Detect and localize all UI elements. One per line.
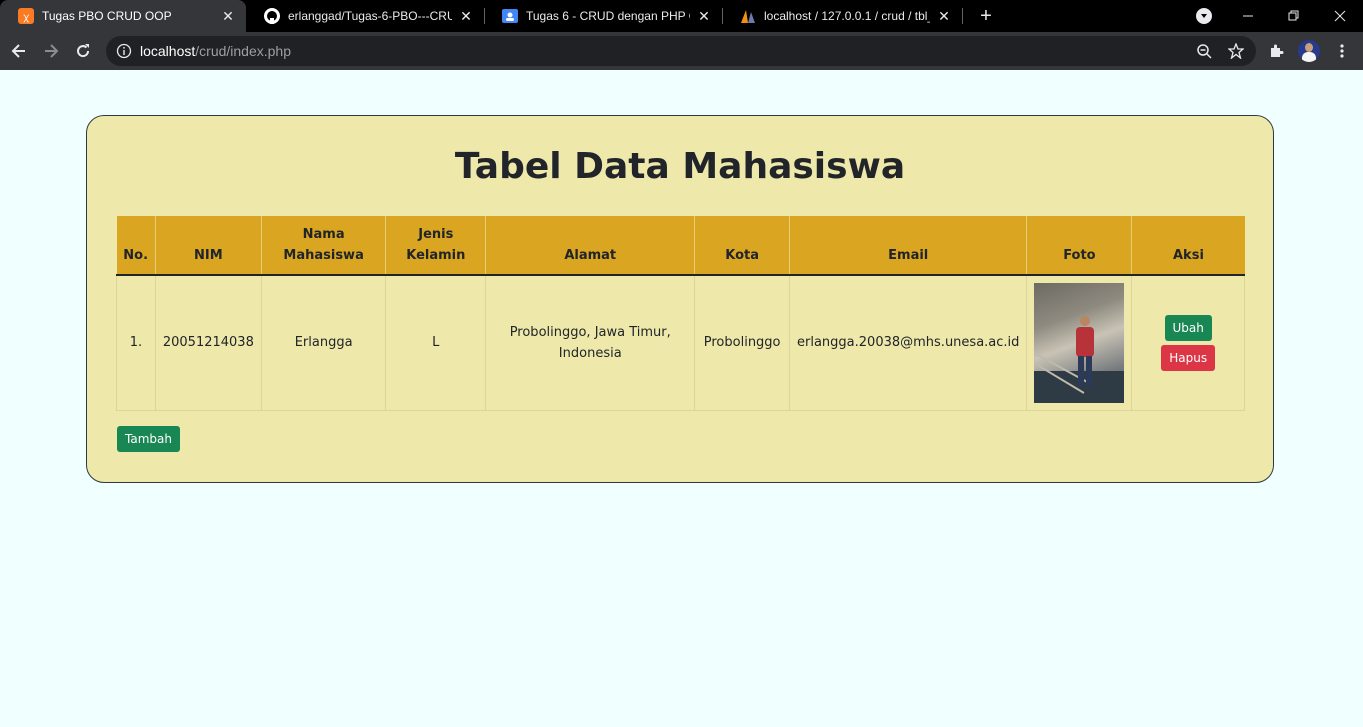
cell-nama: Erlangga	[260, 275, 386, 411]
github-icon	[264, 8, 280, 24]
col-jenis-kelamin: Jenis Kelamin	[385, 216, 486, 276]
table-row: 1. 20051214038 Erlangga L Probolinggo, J…	[116, 275, 1245, 411]
extensions-puzzle-icon[interactable]	[1266, 41, 1286, 61]
cell-jenis-kelamin: L	[385, 275, 486, 411]
cell-email: erlangga.20038@mhs.unesa.ac.id	[789, 275, 1027, 411]
col-nama: Nama Mahasiswa	[260, 216, 386, 276]
window-close-icon[interactable]	[1317, 0, 1363, 32]
tab-strip: ꭓ Tugas PBO CRUD OOP ✕ erlanggad/Tugas-6…	[0, 0, 1363, 32]
page-title: Tabel Data Mahasiswa	[454, 146, 906, 187]
xampp-icon: ꭓ	[18, 8, 34, 24]
minimize-icon[interactable]	[1225, 0, 1271, 32]
col-jk-line1: Jenis	[418, 227, 454, 242]
close-icon[interactable]: ✕	[458, 8, 474, 24]
cell-no: 1.	[116, 275, 156, 411]
url-text[interactable]: localhost/crud/index.php	[140, 43, 291, 59]
col-nama-line2: Mahasiswa	[283, 248, 364, 263]
cell-alamat-line1: Probolinggo, Jawa Timur,	[509, 324, 671, 340]
tab-title: localhost / 127.0.0.1 / crud / tbl_m	[764, 9, 930, 23]
col-nama-line1: Nama	[302, 227, 345, 242]
cell-alamat-line2: Indonesia	[558, 345, 622, 361]
avatar-face	[1305, 43, 1313, 52]
avatar-shirt	[1302, 52, 1316, 62]
tab-search-icon[interactable]	[1196, 8, 1212, 24]
menu-kebab-icon[interactable]	[1332, 41, 1352, 61]
restore-icon[interactable]	[1271, 0, 1317, 32]
tab-github[interactable]: erlanggad/Tugas-6-PBO---CRUD ✕	[246, 0, 484, 32]
tab-title: erlanggad/Tugas-6-PBO---CRUD	[288, 9, 452, 23]
tab-title: Tugas PBO CRUD OOP	[42, 9, 172, 23]
zoom-out-icon[interactable]	[1196, 43, 1212, 59]
action-group: Ubah Hapus	[1139, 314, 1237, 371]
svg-text:ꭓ: ꭓ	[23, 12, 29, 23]
student-photo	[1034, 282, 1125, 403]
cell-foto	[1026, 275, 1132, 411]
classroom-icon	[502, 8, 518, 24]
col-aksi: Aksi	[1131, 216, 1245, 276]
info-icon[interactable]	[116, 43, 132, 59]
cell-nim: 20051214038	[154, 275, 262, 411]
ubah-button[interactable]: Ubah	[1164, 314, 1212, 341]
tab-phpmyadmin[interactable]: localhost / 127.0.0.1 / crud / tbl_m ✕	[722, 0, 962, 32]
col-foto: Foto	[1026, 216, 1132, 276]
col-jk-line2: Kelamin	[406, 248, 466, 263]
tab-classroom[interactable]: Tugas 6 - CRUD dengan PHP OO ✕	[484, 0, 722, 32]
tab-separator	[962, 8, 963, 24]
col-kota: Kota	[694, 216, 790, 276]
url-host: localhost	[140, 43, 196, 59]
forward-arrow-icon[interactable]	[37, 37, 65, 65]
table-header-row: No. NIM Nama Mahasiswa Jenis Kelamin Alama…	[116, 216, 1245, 276]
bookmark-star-icon[interactable]	[1228, 43, 1244, 59]
new-tab-plus-icon[interactable]: +	[974, 4, 998, 28]
close-icon[interactable]: ✕	[936, 8, 952, 24]
close-icon[interactable]: ✕	[696, 8, 712, 24]
mahasiswa-table: No. NIM Nama Mahasiswa Jenis Kelamin Alama…	[116, 216, 1245, 411]
tambah-button[interactable]: Tambah	[117, 426, 180, 452]
back-arrow-icon[interactable]	[5, 37, 33, 65]
url-path: /crud/index.php	[195, 43, 291, 59]
col-no: No.	[116, 216, 156, 276]
browser-toolbar: localhost/crud/index.php	[0, 32, 1363, 70]
cell-alamat: Probolinggo, Jawa Timur, Indonesia	[485, 275, 695, 411]
close-icon[interactable]: ✕	[220, 8, 236, 24]
cell-aksi: Ubah Hapus	[1131, 275, 1245, 411]
reload-icon[interactable]	[69, 37, 97, 65]
col-alamat: Alamat	[485, 216, 695, 276]
content-card: Tabel Data Mahasiswa No. NIM Nama Mahasis…	[86, 115, 1274, 483]
profile-avatar[interactable]	[1298, 40, 1320, 62]
phpmyadmin-icon	[740, 8, 756, 24]
hapus-button[interactable]: Hapus	[1161, 344, 1216, 371]
col-nim: NIM	[154, 216, 262, 276]
tab-tugas-pbo[interactable]: ꭓ Tugas PBO CRUD OOP ✕	[0, 0, 246, 32]
tab-title: Tugas 6 - CRUD dengan PHP OO	[526, 9, 690, 23]
address-bar[interactable]: localhost/crud/index.php	[106, 36, 1256, 66]
cell-kota: Probolinggo	[694, 275, 790, 411]
col-email: Email	[789, 216, 1027, 276]
